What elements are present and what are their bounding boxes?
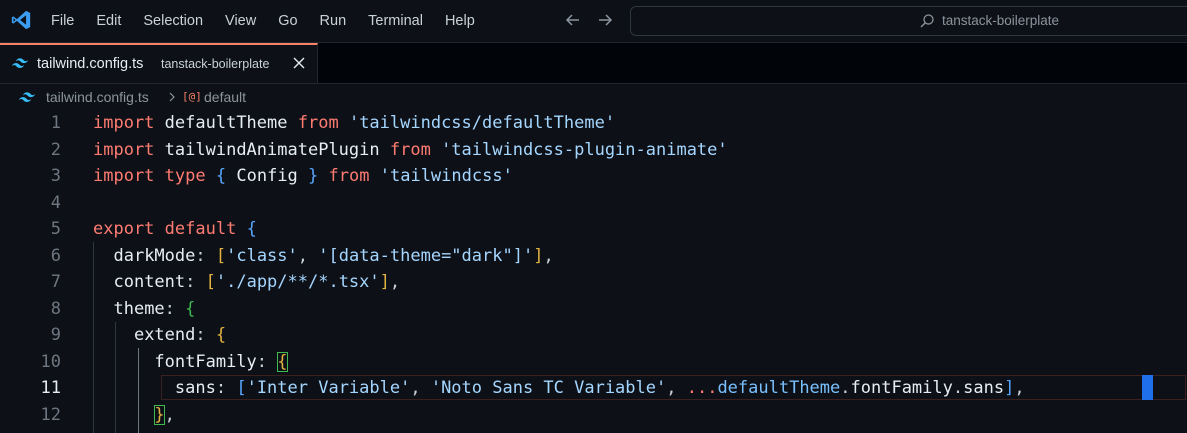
line-number: 3 <box>50 166 61 186</box>
menu-view[interactable]: View <box>214 0 267 42</box>
code-line-active: 11 sans: ['Inter Variable', 'Noto Sans T… <box>0 375 1187 402</box>
code-line: 10 fontFamily: { <box>0 349 1187 376</box>
line-number: 9 <box>50 325 61 345</box>
code-line: 4 <box>0 190 1187 217</box>
chevron-right-icon <box>169 92 175 102</box>
tab-filename: tailwind.config.ts <box>37 56 144 72</box>
line-number: 11 <box>40 378 61 398</box>
code-line: 2 import tailwindAnimatePlugin from 'tai… <box>0 137 1187 164</box>
close-icon[interactable] <box>292 56 306 70</box>
vscode-logo-icon[interactable] <box>10 9 32 31</box>
command-center-search[interactable]: tanstack-boilerplate <box>630 6 1187 36</box>
code-line: 1 import defaultTheme from 'tailwindcss/… <box>0 110 1187 137</box>
tailwind-icon <box>12 58 28 68</box>
line-number: 7 <box>50 272 61 292</box>
code-line: 5 export default { <box>0 216 1187 243</box>
menu-run[interactable]: Run <box>309 0 358 42</box>
code-text: sans: ['Inter Variable', 'Noto Sans TC V… <box>174 378 1025 398</box>
code-line: 12 }, <box>0 402 1187 429</box>
line-number: 12 <box>40 404 61 425</box>
line-number: 8 <box>50 298 61 319</box>
code-editor[interactable]: 1 import defaultTheme from 'tailwindcss/… <box>0 110 1187 433</box>
breadcrumb: tailwind.config.ts [@] default <box>0 84 1187 110</box>
line-number: 10 <box>40 351 61 372</box>
menu-file[interactable]: File <box>40 0 85 42</box>
tailwind-icon <box>19 92 35 102</box>
line-number: 1 <box>50 113 61 133</box>
code-text: fontFamily: { <box>154 351 288 372</box>
tab-tailwind-config[interactable]: tailwind.config.ts tanstack-boilerplate <box>0 43 318 83</box>
code-text: theme: { <box>113 298 196 319</box>
code-text: extend: { <box>133 325 227 345</box>
code-text: content: ['./app/**/*.tsx'], <box>113 272 401 292</box>
back-arrow-icon[interactable] <box>563 10 583 30</box>
code-text: }, <box>154 404 175 425</box>
search-icon <box>920 14 934 28</box>
line-number: 2 <box>50 139 61 160</box>
menu-selection[interactable]: Selection <box>132 0 214 42</box>
code-text: darkMode: ['class', '[data-theme="dark"]… <box>113 245 554 266</box>
code-line: 9 extend: { <box>0 322 1187 349</box>
code-line: 7 content: ['./app/**/*.tsx'], <box>0 269 1187 296</box>
title-bar: File Edit Selection View Go Run Terminal… <box>0 0 1187 43</box>
menu-help[interactable]: Help <box>434 0 486 42</box>
code-text: import defaultTheme from 'tailwindcss/de… <box>93 113 616 133</box>
line-number: 6 <box>50 245 61 266</box>
menu-edit[interactable]: Edit <box>85 0 132 42</box>
variable-symbol-icon: [@] <box>182 90 202 103</box>
menu-bar: File Edit Selection View Go Run Terminal… <box>40 0 486 42</box>
code-line: 3 import type { Config } from 'tailwindc… <box>0 163 1187 190</box>
code-text: import type { Config } from 'tailwindcss… <box>93 166 513 186</box>
breadcrumb-symbol[interactable]: default <box>204 84 246 110</box>
tab-description: tanstack-boilerplate <box>161 57 270 71</box>
search-label: tanstack-boilerplate <box>942 13 1060 28</box>
menu-go[interactable]: Go <box>267 0 308 42</box>
code-line: 6 darkMode: ['class', '[data-theme="dark… <box>0 243 1187 270</box>
editor-tab-bar: tailwind.config.ts tanstack-boilerplate <box>0 43 1187 84</box>
code-text: export default { <box>93 219 257 239</box>
line-number: 4 <box>50 192 61 213</box>
code-line: 8 theme: { <box>0 296 1187 323</box>
code-text: import tailwindAnimatePlugin from 'tailw… <box>93 139 728 160</box>
forward-arrow-icon[interactable] <box>595 10 615 30</box>
menu-terminal[interactable]: Terminal <box>357 0 434 42</box>
breadcrumb-file[interactable]: tailwind.config.ts <box>46 84 149 110</box>
line-number: 5 <box>50 219 61 239</box>
